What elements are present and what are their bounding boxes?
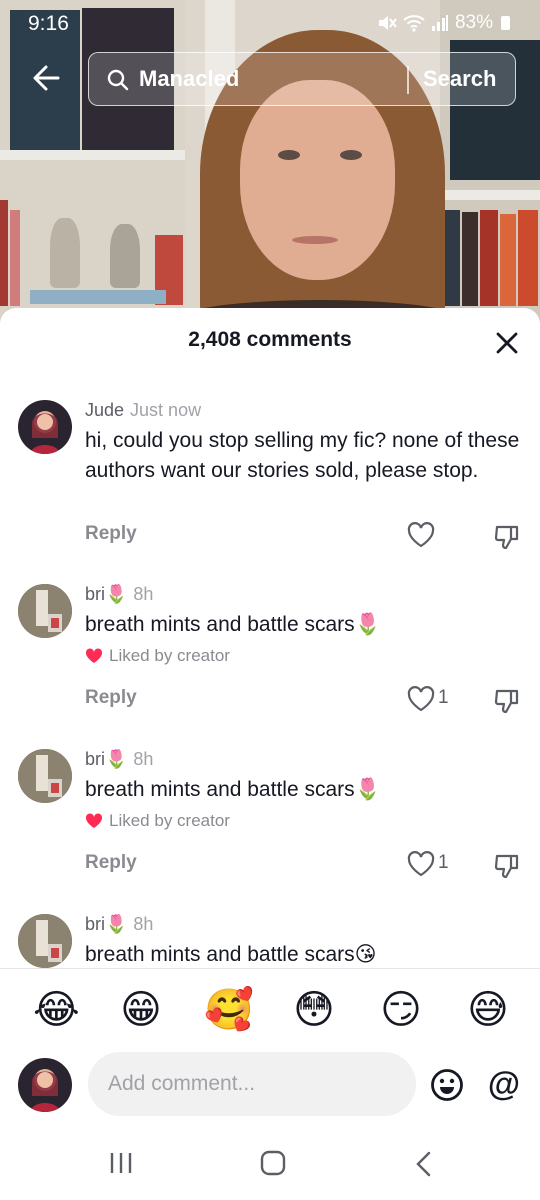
comment-username[interactable]: Jude Just now — [85, 400, 201, 421]
battery-percent: 83% — [454, 12, 493, 33]
liked-by-creator-text: Liked by creator — [109, 811, 230, 830]
emoji-sweat-smile-button[interactable]: 😅 — [465, 987, 511, 1033]
comment-item: bri🌷 8h breath mints and battle scars🌷 Li… — [0, 584, 540, 724]
status-bar: 9:16 83% — [0, 0, 540, 48]
comment-username[interactable]: bri🌷 8h — [85, 749, 153, 770]
status-time: 9:16 — [28, 12, 69, 35]
search-query[interactable]: Manacled — [139, 66, 239, 92]
close-icon — [496, 332, 518, 354]
comment-item: bri🌷 8h breath mints and battle scars🌷 Li… — [0, 749, 540, 889]
emoji-grin-button[interactable]: 😁 — [118, 987, 164, 1033]
emoji-joy-button[interactable]: 😂 — [33, 987, 80, 1033]
bookshelf-right — [440, 0, 540, 330]
heart-filled-icon — [85, 813, 103, 828]
reply-button[interactable]: Reply — [85, 852, 137, 874]
like-heart-icon[interactable] — [406, 521, 436, 549]
emoji-picker-icon[interactable] — [430, 1068, 464, 1102]
avatar[interactable] — [18, 400, 72, 454]
comment-time: 8h — [133, 914, 154, 934]
comment-time: 8h — [133, 749, 154, 769]
liked-by-creator: Liked by creator — [85, 811, 230, 831]
like-count: 1 — [438, 852, 449, 873]
back-button[interactable] — [28, 58, 68, 98]
avatar[interactable] — [18, 914, 72, 968]
avatar-illustration — [18, 914, 72, 968]
battery-icon — [501, 16, 510, 30]
comment-text: breath mints and battle scars🌷 — [85, 778, 381, 801]
signal-icon — [431, 15, 448, 31]
comment-item: bri🌷 8h breath mints and battle scars😘 — [0, 914, 540, 968]
bookshelf-left — [0, 0, 185, 330]
wifi-icon — [403, 15, 425, 32]
mute-icon — [378, 16, 397, 30]
comment-text: breath mints and battle scars🌷 — [85, 613, 381, 636]
reply-button[interactable]: Reply — [85, 687, 137, 709]
dislike-icon[interactable] — [493, 687, 521, 715]
comment-text: hi, could you stop selling my fic? none … — [85, 429, 520, 482]
composer-avatar — [18, 1058, 72, 1112]
emoji-quick-bar: 😂 😁 🥰 😳 😏 😅 — [0, 968, 540, 1052]
like-heart-icon[interactable] — [406, 685, 436, 713]
avatar-illustration — [18, 584, 72, 638]
dislike-icon[interactable] — [493, 852, 521, 880]
comment-username[interactable]: bri🌷 8h — [85, 584, 153, 605]
liked-by-creator: Liked by creator — [85, 646, 230, 666]
username-text[interactable]: Jude — [85, 400, 124, 420]
emoji-flushed-button[interactable]: 😳 — [291, 987, 337, 1033]
comment-input[interactable] — [88, 1052, 416, 1116]
comment-time: Just now — [130, 400, 202, 420]
search-divider — [407, 66, 409, 94]
username-text[interactable]: bri🌷 — [85, 584, 127, 604]
avatar[interactable] — [18, 749, 72, 803]
like-count: 1 — [438, 687, 449, 708]
avatar-illustration — [30, 1069, 60, 1112]
emoji-smirk-button[interactable]: 😏 — [378, 987, 424, 1033]
system-nav-bar — [0, 1138, 540, 1200]
status-icons: 83% — [377, 12, 510, 34]
person-face — [240, 80, 395, 280]
close-button[interactable] — [494, 330, 520, 356]
comment-username[interactable]: bri🌷 8h — [85, 914, 153, 935]
video-preview[interactable] — [0, 0, 540, 330]
dislike-icon[interactable] — [493, 523, 521, 551]
search-icon — [107, 69, 129, 91]
mention-button[interactable]: @ — [487, 1066, 521, 1102]
heart-filled-icon — [85, 648, 103, 663]
username-text[interactable]: bri🌷 — [85, 749, 127, 769]
like-heart-icon[interactable] — [406, 850, 436, 878]
avatar[interactable] — [18, 584, 72, 638]
search-button[interactable]: Search — [423, 66, 496, 92]
search-box[interactable]: Manacled Search — [88, 52, 516, 106]
nav-back-icon[interactable] — [414, 1150, 434, 1178]
username-text[interactable]: bri🌷 — [85, 914, 127, 934]
liked-by-creator-text: Liked by creator — [109, 646, 230, 665]
back-arrow-icon — [33, 65, 60, 91]
comments-list[interactable]: Jude Just now hi, could you stop selling … — [0, 388, 540, 968]
recents-icon[interactable] — [108, 1150, 134, 1176]
emoji-hearts-button[interactable]: 🥰 — [204, 987, 254, 1033]
home-icon[interactable] — [260, 1150, 286, 1176]
comment-time: 8h — [133, 584, 154, 604]
comment-text: breath mints and battle scars😘 — [85, 943, 377, 966]
reply-button[interactable]: Reply — [85, 523, 137, 545]
comment-item: Jude Just now hi, could you stop selling … — [0, 400, 540, 550]
comments-sheet: 2,408 comments Jude Just now hi, could yo… — [0, 308, 540, 1200]
avatar-illustration — [30, 411, 60, 454]
comments-count-title: 2,408 comments — [188, 328, 352, 351]
avatar-illustration — [18, 749, 72, 803]
